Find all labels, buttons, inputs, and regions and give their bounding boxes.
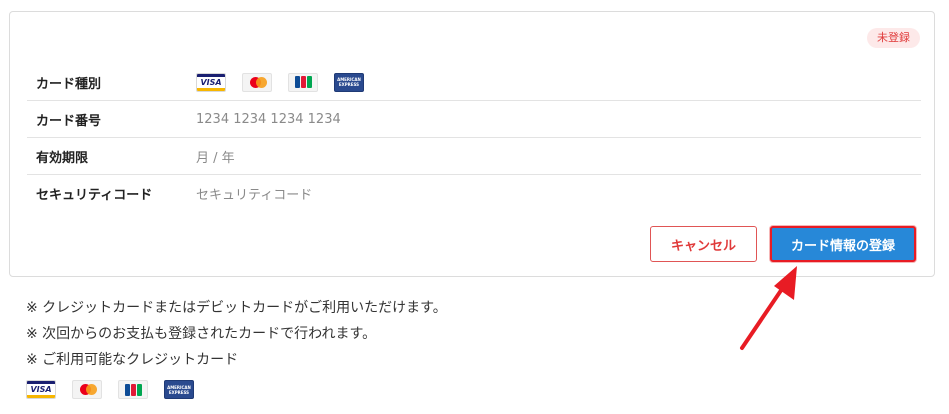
card-number-row: カード番号 1234 1234 1234 1234 bbox=[27, 101, 921, 138]
amex-card-icon: AMERICAN EXPRESS bbox=[334, 72, 364, 92]
amex-card-icon: AMERICAN EXPRESS bbox=[164, 380, 194, 399]
mastercard-icon bbox=[242, 72, 272, 92]
amex-wordmark: AMERICAN EXPRESS bbox=[167, 384, 191, 395]
security-code-row: セキュリティコード セキュリティコード bbox=[27, 175, 921, 211]
visa-card-icon: VISA bbox=[196, 72, 226, 92]
amex-wordmark: AMERICAN EXPRESS bbox=[337, 77, 361, 87]
security-code-label: セキュリティコード bbox=[36, 187, 153, 203]
security-code-input[interactable]: セキュリティコード bbox=[196, 184, 312, 203]
visa-wordmark: VISA bbox=[200, 77, 222, 87]
visa-wordmark: VISA bbox=[30, 385, 52, 394]
expiry-label: 有効期限 bbox=[36, 150, 89, 166]
notes-list: ※ クレジットカードまたはデビットカードがご利用いただけます。 ※ 次回からのお… bbox=[26, 295, 447, 373]
card-number-input[interactable]: 1234 1234 1234 1234 bbox=[196, 112, 341, 127]
jcb-card-icon bbox=[288, 72, 318, 92]
expiry-row: 有効期限 月 / 年 bbox=[27, 138, 921, 175]
accepted-brands-list: VISA AMERICAN EXPRESS bbox=[26, 380, 194, 399]
register-card-button[interactable]: カード情報の登録 bbox=[770, 226, 916, 262]
cancel-button[interactable]: キャンセル bbox=[650, 226, 757, 262]
note-item: ※ ご利用可能なクレジットカード bbox=[26, 352, 239, 368]
visa-card-icon: VISA bbox=[26, 380, 56, 399]
card-type-label: カード種別 bbox=[36, 76, 102, 92]
jcb-card-icon bbox=[118, 380, 148, 399]
mastercard-icon bbox=[72, 380, 102, 399]
status-badge: 未登録 bbox=[867, 28, 920, 48]
card-type-row: カード種別 VISA AMERICAN EXPRESS bbox=[27, 64, 921, 101]
card-brand-list: VISA AMERICAN EXPRESS bbox=[196, 72, 364, 92]
note-item: ※ 次回からのお支払も登録されたカードで行われます。 bbox=[26, 326, 377, 342]
note-item: ※ クレジットカードまたはデビットカードがご利用いただけます。 bbox=[26, 300, 447, 316]
card-form: カード種別 VISA AMERICAN EXPRESS カード番号 1234 1… bbox=[27, 64, 921, 211]
expiry-input[interactable]: 月 / 年 bbox=[196, 147, 235, 166]
card-registration-panel: 未登録 カード種別 VISA AMERICAN EXPRESS カード番号 12… bbox=[9, 11, 935, 277]
card-number-label: カード番号 bbox=[36, 113, 102, 129]
